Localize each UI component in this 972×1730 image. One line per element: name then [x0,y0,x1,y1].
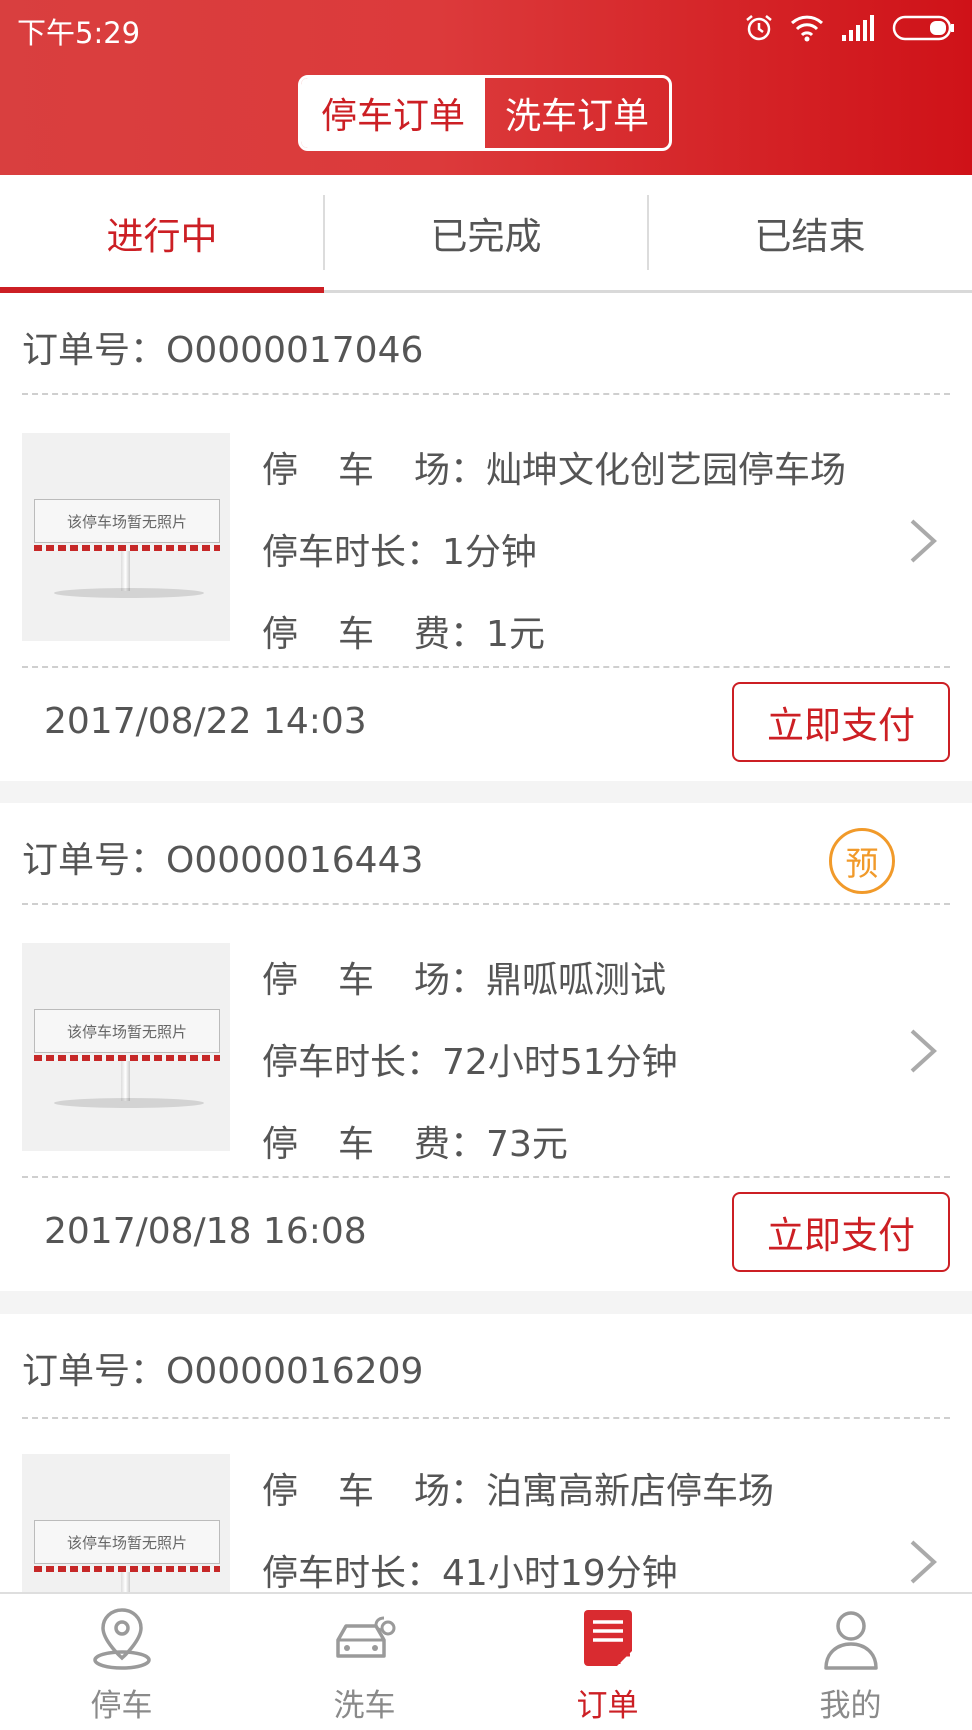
tab-in-progress[interactable]: 进行中 [0,175,324,290]
alarm-icon [746,15,772,41]
signal-icon [842,15,874,41]
status-time: 下午5:29 [17,16,141,50]
order-type-switch: 停车订单 洗车订单 [298,75,672,151]
nav-label: 停车 [90,1688,153,1724]
dashed-divider [22,666,950,668]
chevron-right-icon[interactable] [906,1538,940,1586]
dashed-divider [22,903,950,905]
segment-parking-orders[interactable]: 停车订单 [301,78,485,148]
status-tabs: 进行中 已完成 已结束 [0,175,972,293]
sign-pole [121,1061,130,1101]
status-icons [744,12,956,44]
nav-item-mine[interactable]: 我的 [729,1594,972,1730]
order-number: 订单号：O0000016443 [22,840,424,881]
parking-lot-name: 鼎呱呱测试 [486,960,667,1001]
parking-lot-photo-placeholder: 该停车场暂无照片 [22,433,230,641]
fee-row: 停车费：1元 [262,614,545,655]
fee-row: 停车费：73元 [262,1124,568,1165]
order-number: 订单号：O0000017046 [22,330,424,371]
parking-lot-name: 灿坤文化创艺园停车场 [486,450,847,491]
order-card[interactable]: 订单号：O0000016443 预 该停车场暂无照片 停车场：鼎呱呱测试 停车时… [0,803,972,1291]
location-pin-icon [92,1608,151,1670]
parking-lot-photo-placeholder: 该停车场暂无照片 [22,943,230,1151]
nav-label: 订单 [576,1688,639,1724]
nav-label: 我的 [819,1688,882,1724]
parking-lot-row: 停车场：灿坤文化创艺园停车场 [262,450,847,491]
reservation-badge: 预 [829,828,895,894]
order-card[interactable]: 订单号：O0000016209 该停车场暂无照片 停车场：泊寓高新店停车场 停车… [0,1314,972,1662]
battery-icon [892,15,954,41]
order-date: 2017/08/18 16:08 [44,1211,367,1252]
sign-shadow [54,1098,204,1108]
duration-row: 停车时长：72小时51分钟 [262,1042,678,1083]
fee-value: 73元 [486,1124,568,1165]
no-photo-sign: 该停车场暂无照片 [34,499,220,543]
duration-row: 停车时长：1分钟 [262,532,537,573]
pay-now-button[interactable]: 立即支付 [732,1192,950,1272]
tab-completed[interactable]: 已完成 [324,175,648,290]
chevron-right-icon[interactable] [906,517,940,565]
pay-now-button[interactable]: 立即支付 [732,682,950,762]
no-photo-sign: 该停车场暂无照片 [34,1520,220,1564]
order-document-icon [583,1610,632,1666]
nav-item-parking[interactable]: 停车 [0,1594,243,1730]
parking-lot-row: 停车场：泊寓高新店停车场 [262,1471,775,1512]
dashed-divider [22,393,950,395]
bottom-navigation: 停车 洗车 订单 我的 [0,1592,972,1730]
nav-item-carwash[interactable]: 洗车 [243,1594,486,1730]
order-date: 2017/08/22 14:03 [44,701,367,742]
duration-value: 1分钟 [442,532,537,573]
app-header: 下午5:29 停车订单 洗车订单 [0,0,972,175]
sign-pole [121,551,130,591]
nav-item-orders[interactable]: 订单 [486,1594,729,1730]
wifi-icon [790,15,824,42]
parking-lot-name: 泊寓高新店停车场 [486,1471,775,1512]
tab-ended[interactable]: 已结束 [648,175,972,290]
car-wash-icon [335,1616,395,1658]
sign-shadow [54,588,204,598]
duration-value: 41小时19分钟 [442,1553,678,1594]
fee-value: 1元 [486,614,545,655]
status-bar: 下午5:29 [0,0,972,56]
no-photo-sign: 该停车场暂无照片 [34,1009,220,1053]
dashed-divider [22,1176,950,1178]
order-card[interactable]: 订单号：O0000017046 该停车场暂无照片 停车场：灿坤文化创艺园停车场 … [0,293,972,781]
segment-carwash-orders[interactable]: 洗车订单 [485,78,669,148]
duration-row: 停车时长：41小时19分钟 [262,1553,678,1594]
order-number: 订单号：O0000016209 [22,1351,424,1392]
chevron-right-icon[interactable] [906,1027,940,1075]
duration-value: 72小时51分钟 [442,1042,678,1083]
person-icon [823,1611,878,1670]
parking-lot-row: 停车场：鼎呱呱测试 [262,960,667,1001]
dashed-divider [22,1417,950,1419]
nav-label: 洗车 [333,1688,396,1724]
